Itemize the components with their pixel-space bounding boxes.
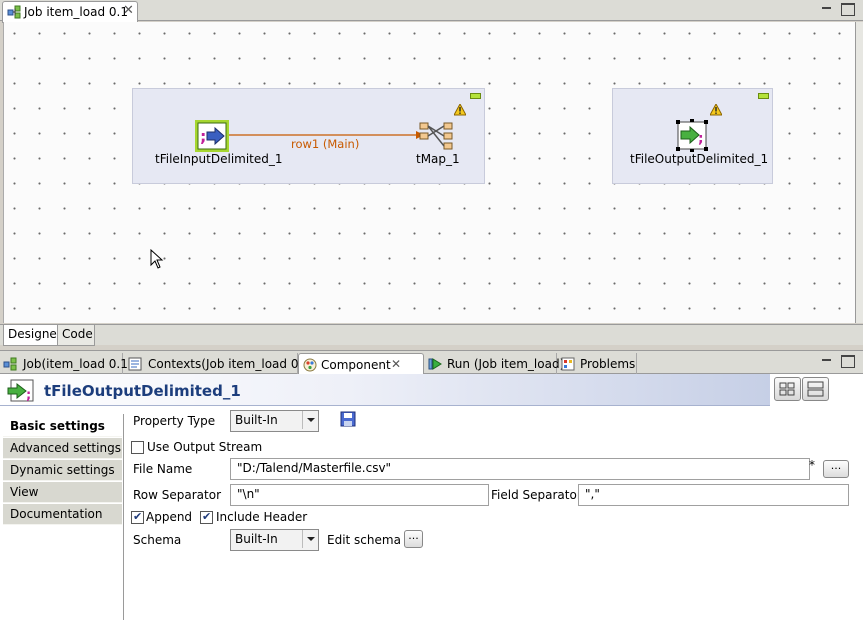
file-input-icon[interactable]: ; xyxy=(195,120,229,152)
form-view-icon xyxy=(807,381,824,397)
job-icon xyxy=(7,5,21,19)
close-icon[interactable]: ✕ xyxy=(123,3,134,18)
run-icon xyxy=(428,358,442,370)
browse-file-button[interactable]: ... xyxy=(823,459,849,478)
field-separator-field[interactable]: "," xyxy=(578,484,849,506)
tab-component[interactable]: Component ✕ xyxy=(298,353,424,375)
tab-run[interactable]: Run (Job item_load) xyxy=(424,353,564,374)
chevron-down-icon xyxy=(302,530,318,548)
edit-schema-button[interactable]: ... xyxy=(404,529,423,548)
mouse-cursor-icon xyxy=(150,249,164,269)
field-separator-label: Field Separator xyxy=(491,488,582,502)
row-separator-field[interactable]: "\n" xyxy=(230,484,489,506)
tab-code[interactable]: Code xyxy=(57,325,95,346)
append-checkbox[interactable] xyxy=(131,510,144,524)
connection-row1[interactable] xyxy=(4,22,856,323)
file-name-label: File Name xyxy=(133,462,193,476)
designer-canvas[interactable]: row1 (Main) ; tFileInputDelimited_1 tMap… xyxy=(3,22,855,323)
modified-marker: * xyxy=(809,458,815,472)
job-icon xyxy=(3,357,17,371)
canvas-scrollbar[interactable] xyxy=(855,22,863,323)
append-label: Append xyxy=(146,510,193,524)
problems-icon xyxy=(561,357,575,371)
minimize-icon[interactable] xyxy=(821,2,833,12)
grid-view-icon xyxy=(779,382,795,396)
nav-advanced-settings[interactable]: Advanced settings xyxy=(3,438,122,459)
table-view-button[interactable] xyxy=(774,377,801,401)
connection-label[interactable]: row1 (Main) xyxy=(291,137,359,151)
tab-problems[interactable]: Problems xyxy=(558,353,637,374)
row-separator-label: Row Separator xyxy=(133,488,222,502)
include-header-checkbox[interactable] xyxy=(200,510,213,524)
property-type-label: Property Type xyxy=(133,414,216,428)
tmap-icon[interactable] xyxy=(419,119,453,151)
svg-text:;: ; xyxy=(26,388,31,403)
use-output-stream-checkbox[interactable] xyxy=(131,441,144,454)
use-output-stream-label: Use Output Stream xyxy=(147,440,263,454)
contexts-icon xyxy=(128,357,142,371)
nav-basic-settings[interactable]: Basic settings xyxy=(3,416,122,437)
component-title: tFileOutputDelimited_1 xyxy=(44,382,241,400)
file-output-icon[interactable]: ; xyxy=(674,119,712,153)
component-icon xyxy=(303,358,317,372)
editor-tab-label: Job item_load 0.1 xyxy=(24,5,128,19)
chevron-down-icon xyxy=(302,411,318,429)
edit-schema-label: Edit schema xyxy=(327,533,401,547)
tab-designer[interactable]: Designer xyxy=(3,325,62,346)
nav-documentation[interactable]: Documentation xyxy=(3,504,122,525)
form-view-button[interactable] xyxy=(802,377,829,401)
schema-select[interactable]: Built-In xyxy=(230,529,319,551)
maximize-icon[interactable] xyxy=(841,3,855,16)
settings-nav: Basic settings Advanced settings Dynamic… xyxy=(0,414,124,620)
views-tab-bar: Job(item_load 0.1) Contexts(Job item_loa… xyxy=(0,350,863,375)
editor-tab-job[interactable]: Job item_load 0.1 ✕ xyxy=(2,1,138,23)
component-label-output: tFileOutputDelimited_1 xyxy=(630,152,769,166)
save-icon[interactable] xyxy=(340,411,356,427)
maximize-icon[interactable] xyxy=(841,355,855,368)
property-type-select[interactable]: Built-In xyxy=(230,410,319,432)
svg-text:;: ; xyxy=(698,131,704,147)
tab-contexts[interactable]: Contexts(Job item_load 0.1) xyxy=(124,353,315,374)
svg-text:;: ; xyxy=(200,127,206,146)
minimize-icon[interactable] xyxy=(821,354,833,364)
editor-tab-bar: Job item_load 0.1 ✕ xyxy=(0,0,863,23)
warning-icon[interactable] xyxy=(454,104,466,116)
schema-label: Schema xyxy=(133,533,182,547)
nav-view[interactable]: View xyxy=(3,482,122,503)
close-icon[interactable]: ✕ xyxy=(391,357,401,371)
component-title-bar: ; tFileOutputDelimited_1 xyxy=(0,374,770,406)
component-label-input: tFileInputDelimited_1 xyxy=(155,152,283,166)
include-header-label: Include Header xyxy=(216,510,308,524)
component-label-map: tMap_1 xyxy=(416,152,460,166)
file-output-icon: ; xyxy=(7,379,34,403)
tab-job[interactable]: Job(item_load 0.1) xyxy=(0,353,133,374)
warning-icon[interactable] xyxy=(710,104,722,116)
file-name-field[interactable]: "D:/Talend/Masterfile.csv" xyxy=(230,458,810,480)
nav-dynamic-settings[interactable]: Dynamic settings xyxy=(3,460,122,481)
designer-code-tabs: Designer Code xyxy=(0,324,863,346)
